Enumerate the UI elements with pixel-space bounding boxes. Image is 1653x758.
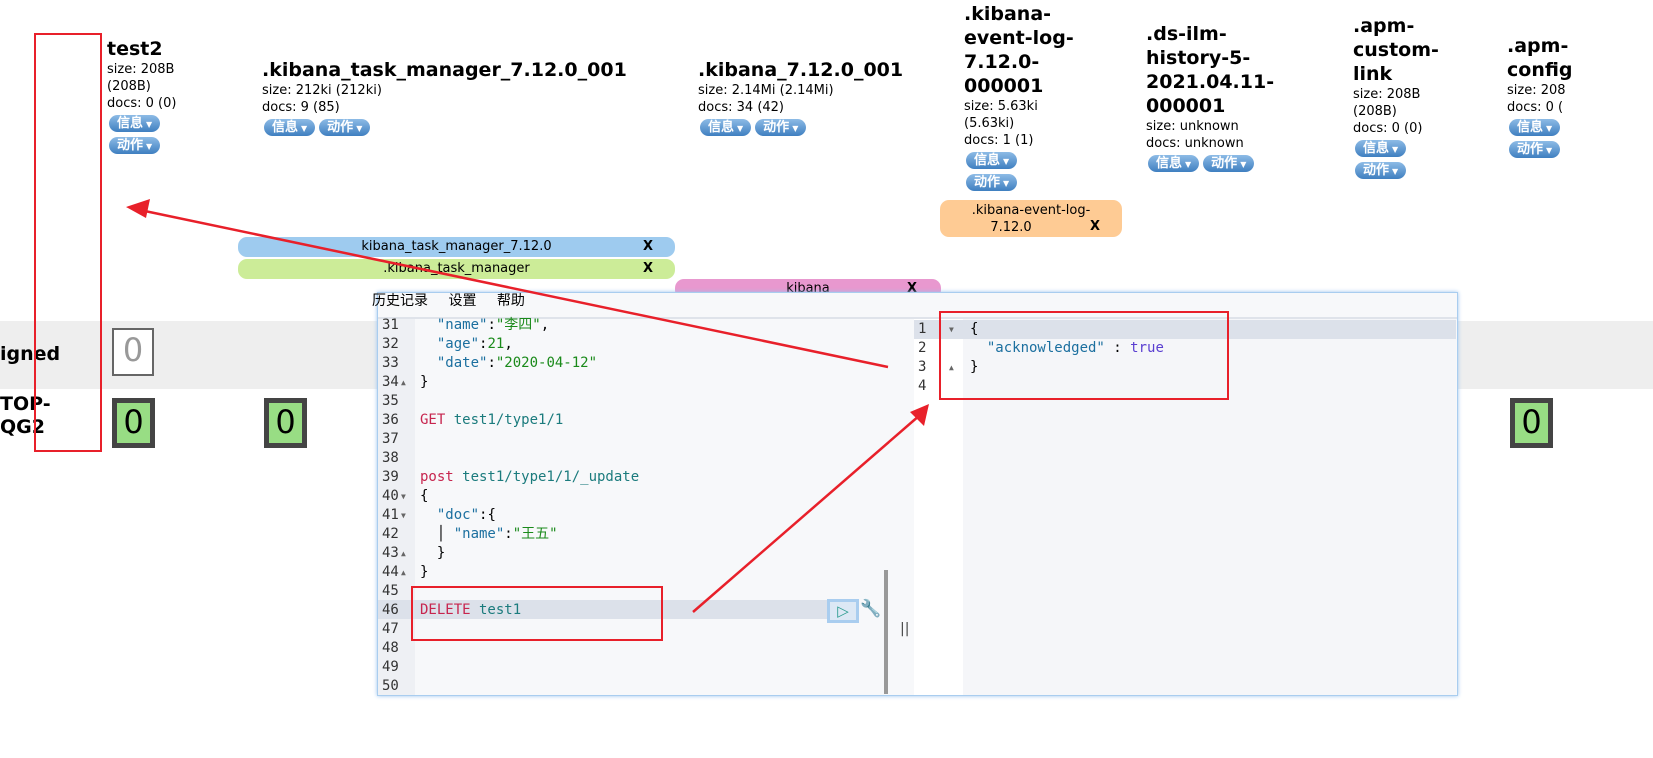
annotation-overlay: [34, 33, 1229, 641]
annotation-arrowhead: [126, 199, 150, 218]
annotation-box-left: [34, 33, 102, 452]
annotation-box-delete: [411, 586, 663, 641]
annotation-arrow-line: [139, 208, 889, 369]
annotation-box-response: [939, 311, 1229, 400]
annotation-arrow-line: [692, 414, 921, 613]
